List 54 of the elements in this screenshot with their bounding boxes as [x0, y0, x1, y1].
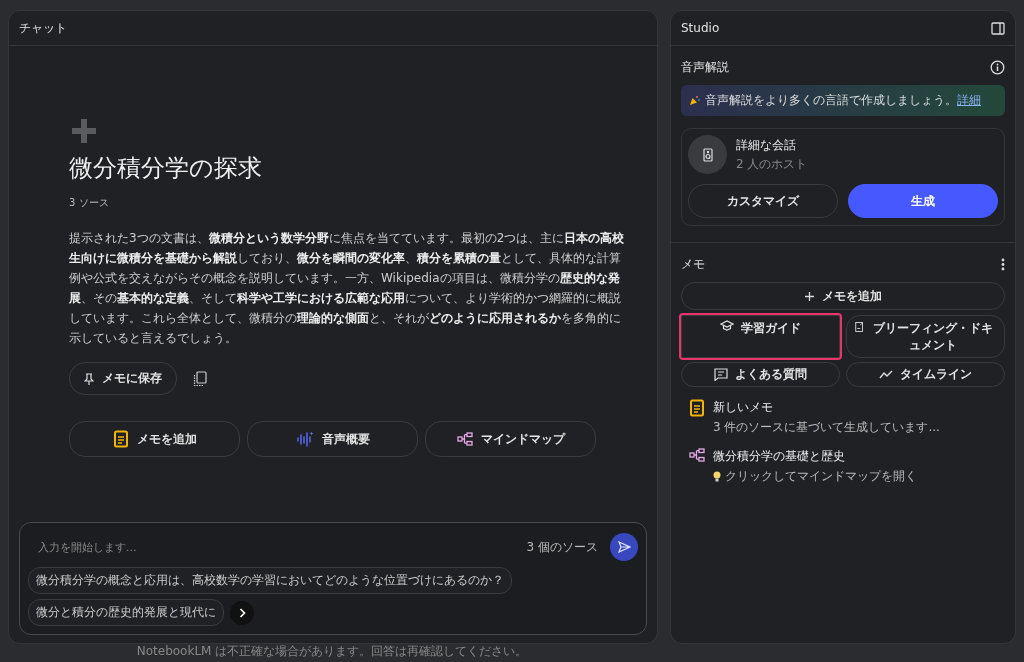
panel-title: Studio [681, 21, 720, 35]
mind-map-icon [689, 448, 705, 462]
save-to-note-button[interactable]: メモに保存 [69, 362, 177, 395]
chevron-right-icon [238, 607, 246, 618]
light-bulb-icon [713, 471, 721, 482]
chat-bubble-icon [714, 368, 728, 381]
action-button[interactable]: マインドマップ [425, 421, 596, 457]
format-subtitle: 2 人のホスト [736, 155, 808, 173]
sound-wave-icon [295, 431, 314, 447]
info-icon[interactable] [990, 60, 1005, 75]
note-title[interactable]: 新しいメモ [713, 399, 940, 416]
mind-map-icon [456, 432, 473, 446]
suggestion-chip[interactable]: 微分と積分の歴史的発展と現代に [28, 599, 224, 626]
notebook-title: 微分積分学の探求 [69, 153, 263, 184]
note-tool-button[interactable]: タイムライン [846, 362, 1005, 387]
details-link[interactable]: 詳細 [957, 93, 981, 107]
section-title: 音声解説 [681, 60, 729, 75]
speaker-icon [702, 147, 713, 162]
party-popper-icon [689, 95, 700, 106]
add-note-button[interactable]: メモを追加 [681, 282, 1005, 310]
note-tool-button[interactable]: ブリーフィング・ドキュメント [846, 315, 1005, 358]
next-button[interactable] [230, 600, 254, 625]
input-source-count: 3 個のソース [526, 538, 598, 556]
more-options-icon[interactable] [1001, 258, 1005, 271]
summary-text: 提示された3つの文書は、微積分という数学分野に焦点を当てています。最初の2つは、主に日本の高校生向けに微積分を基礎から解説しており、微分を瞬間の変化率、積分を累積の量として、具体的な計算例や公式を交えながらその概念を説明しています。一方、Wikipediaの項目は、微積分学の歴史的な発展、その基本的な定義、そして科学や工学における広範な応用について、より学術的かつ網羅的に概説しています。これら全体として、微積分の理論的な側面と、それがどのように応用されるかを多角的に示していると言えるでしょう。 [69, 230, 626, 347]
note-subtitle: 3 件のソースに基づいて生成しています... [713, 419, 940, 436]
send-button[interactable] [610, 533, 638, 561]
action-button[interactable]: 音声概要 [247, 421, 418, 457]
action-button[interactable]: メモを追加 [69, 421, 240, 457]
trend-line-icon [879, 370, 893, 379]
document-icon [855, 320, 864, 334]
plus-icon [804, 291, 814, 301]
note-icon [689, 399, 705, 417]
note-tool-button[interactable]: 学習ガイド [681, 315, 840, 358]
note-title[interactable]: 微分積分学の基礎と歴史 [713, 448, 917, 465]
note-tool-button[interactable]: よくある質問 [681, 362, 840, 387]
side-panel-icon[interactable] [991, 21, 1005, 35]
pin-icon [84, 372, 94, 385]
send-icon [617, 541, 631, 553]
copy-icon[interactable] [193, 370, 207, 387]
disclaimer-text: NotebookLM は不正確な場合があります。回答は再確認してください。 [135, 643, 529, 659]
chat-input[interactable]: 入力を開始します... [36, 539, 527, 555]
section-title: メモ [681, 257, 705, 272]
panel-title: チャット [19, 19, 67, 37]
note-icon [112, 430, 129, 448]
graduation-cap-icon [720, 320, 734, 331]
banner-text: 音声解説をより多くの言語で作成しましょう。詳細 [705, 92, 981, 109]
suggestion-chip[interactable]: 微分積分学の概念と応用は、高校数学の学習においてどのような位置づけにあるのか？ [28, 567, 512, 594]
customize-button[interactable]: カスタマイズ [688, 184, 838, 218]
source-count: 3 ソース [69, 196, 110, 210]
plus-icon [69, 116, 99, 146]
note-subtitle: クリックしてマインドマップを開く [725, 468, 917, 485]
generate-button[interactable]: 生成 [848, 184, 998, 218]
format-title: 詳細な会話 [736, 136, 797, 154]
